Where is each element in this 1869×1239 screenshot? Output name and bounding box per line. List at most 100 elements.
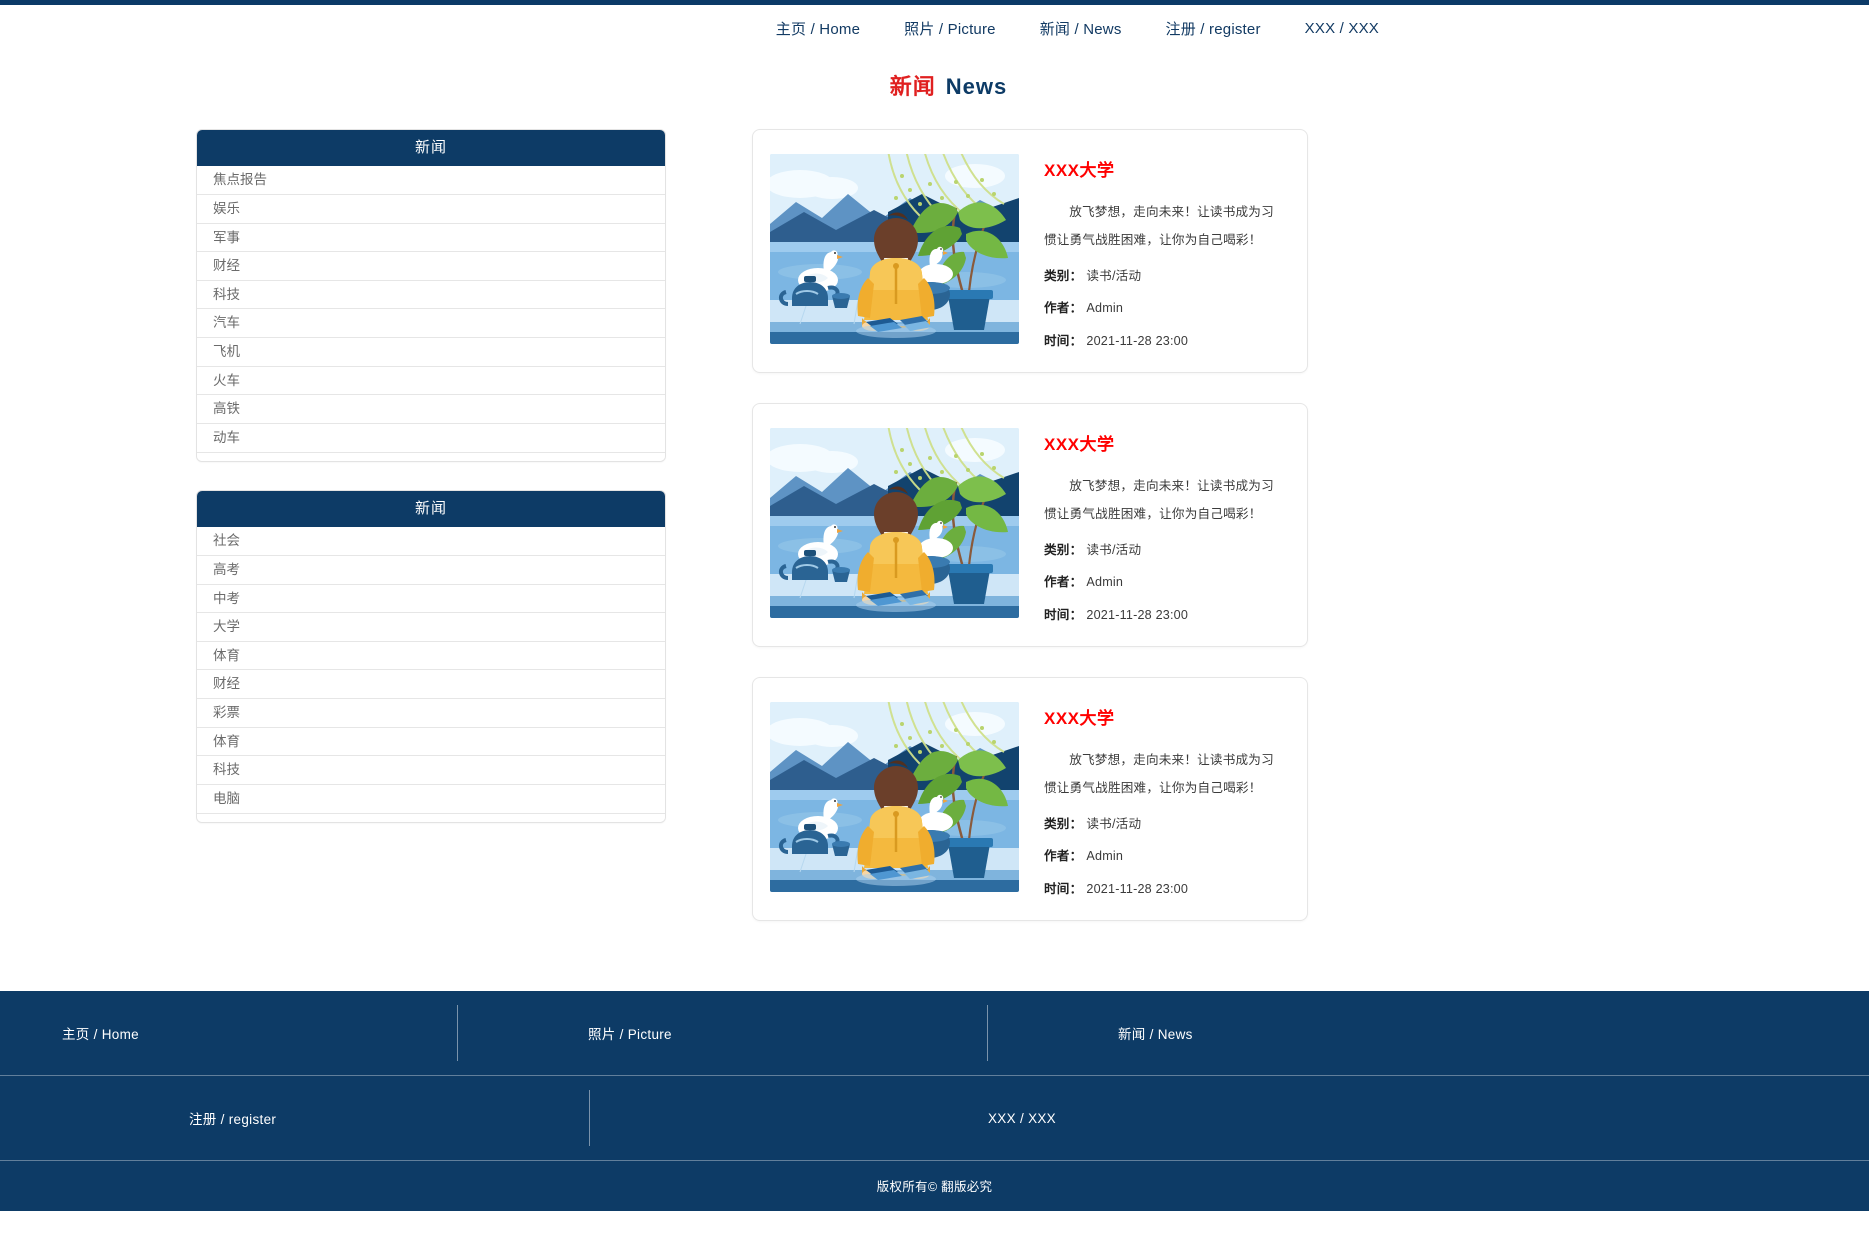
news-card-body: XXX大学放飞梦想，走向未来！让读书成为习惯让勇气战胜困难，让你为自己喝彩！ 类别… xyxy=(1019,154,1285,350)
page-title-wrapper: 新闻 News xyxy=(28,52,1869,129)
news-card-time: 时间： 2021-11-28 23:00 xyxy=(1044,607,1285,625)
news-card-category-label: 类别： xyxy=(1044,268,1083,283)
news-card-author-label: 作者： xyxy=(1044,575,1083,590)
news-card-time-value: 2021-11-28 23:00 xyxy=(1086,333,1189,348)
main-layout: 新闻 焦点报告 娱乐 军事 财经 科技 汽车 飞机 火车 高铁 动车 新闻 社会 高考 中考 大学 体育 财经 彩票… xyxy=(0,129,1869,991)
sidebar-item[interactable]: 高考 xyxy=(197,556,665,585)
news-card[interactable]: XXX大学放飞梦想，走向未来！让读书成为习惯让勇气战胜困难，让你为自己喝彩！ 类别… xyxy=(752,129,1308,374)
news-card-time-value: 2021-11-28 23:00 xyxy=(1086,881,1189,896)
sidebar-item[interactable]: 汽车 xyxy=(197,309,665,339)
news-card-description: 放飞梦想，走向未来！让读书成为习惯让勇气战胜困难，让你为自己喝彩！ xyxy=(1044,753,1274,795)
footer-news[interactable]: 新闻 / News xyxy=(988,991,1869,1075)
site-footer: 主页 / Home 照片 / Picture 新闻 / News 注册 / regi… xyxy=(0,991,1869,1212)
news-card-author: 作者： Admin xyxy=(1044,300,1285,318)
sidebar-item[interactable]: 彩票 xyxy=(197,698,665,728)
news-illustration-svg xyxy=(770,702,1019,893)
nav-news[interactable]: 新闻 / News xyxy=(1018,18,1144,39)
news-card-category-value: 读书/活动 xyxy=(1086,268,1142,283)
news-card-author: 作者： Admin xyxy=(1044,848,1285,866)
news-card-category: 类别： 读书/活动 xyxy=(1044,542,1285,560)
news-card-category-label: 类别： xyxy=(1044,816,1083,831)
news-thumbnail-image[interactable] xyxy=(770,154,1019,345)
footer-picture[interactable]: 照片 / Picture xyxy=(458,991,988,1075)
news-card-category-value: 读书/活动 xyxy=(1086,816,1142,831)
nav-home[interactable]: 主页 / Home xyxy=(754,18,882,39)
sidebar-item[interactable]: 体育 xyxy=(197,727,665,757)
footer-news-label: 新闻 / News xyxy=(1118,1027,1193,1043)
news-card-description: 放飞梦想，走向未来！让读书成为习惯让勇气战胜困难，让你为自己喝彩！ xyxy=(1044,205,1274,247)
sidebar-item[interactable]: 飞机 xyxy=(197,338,665,367)
news-card-author-value: Admin xyxy=(1086,575,1124,590)
footer-picture-label: 照片 / Picture xyxy=(588,1027,672,1043)
nav-xxx[interactable]: XXX / XXX xyxy=(1283,20,1379,37)
sidebar-item[interactable]: 中考 xyxy=(197,584,665,614)
sidebar-panel-list: 焦点报告 娱乐 军事 财经 科技 汽车 飞机 火车 高铁 动车 xyxy=(197,166,665,453)
sidebar-panel-heading: 新闻 xyxy=(197,491,665,528)
nav-register[interactable]: 注册 / register xyxy=(1144,18,1283,39)
footer-xxx[interactable]: XXX / XXX xyxy=(590,1076,1869,1160)
sidebar-item[interactable]: 财经 xyxy=(197,670,665,699)
sidebar-panel-footer xyxy=(197,452,665,462)
news-thumbnail-image[interactable] xyxy=(770,428,1019,619)
footer-row-primary: 主页 / Home 照片 / Picture 新闻 / News xyxy=(0,991,1869,1075)
news-card-body: XXX大学放飞梦想，走向未来！让读书成为习惯让勇气战胜困难，让你为自己喝彩！ 类别… xyxy=(1019,428,1285,624)
sidebar-item[interactable]: 社会 xyxy=(197,527,665,556)
sidebar-panel-1: 新闻 焦点报告 娱乐 军事 财经 科技 汽车 飞机 火车 高铁 动车 xyxy=(196,129,666,463)
footer-home-label: 主页 / Home xyxy=(62,1027,139,1043)
top-navigation: 主页 / Home 照片 / Picture 新闻 / News 注册 / regis… xyxy=(0,5,1869,52)
sidebar-item[interactable]: 娱乐 xyxy=(197,195,665,224)
sidebar-item[interactable]: 大学 xyxy=(197,613,665,642)
news-card-time: 时间： 2021-11-28 23:00 xyxy=(1044,333,1285,351)
news-card-body: XXX大学放飞梦想，走向未来！让读书成为习惯让勇气战胜困难，让你为自己喝彩！ 类别… xyxy=(1019,702,1285,898)
news-card-time: 时间： 2021-11-28 23:00 xyxy=(1044,881,1285,899)
sidebar-item[interactable]: 电脑 xyxy=(197,784,665,814)
sidebar-item[interactable]: 动车 xyxy=(197,423,665,453)
sidebar: 新闻 焦点报告 娱乐 军事 财经 科技 汽车 飞机 火车 高铁 动车 新闻 社会 高考 中考 大学 体育 财经 彩票… xyxy=(196,129,666,851)
footer-home[interactable]: 主页 / Home xyxy=(0,991,458,1075)
news-card-time-label: 时间： xyxy=(1044,333,1083,348)
news-card-author-label: 作者： xyxy=(1044,849,1083,864)
news-thumbnail-image[interactable] xyxy=(770,702,1019,893)
news-illustration-svg xyxy=(770,154,1019,345)
news-card-time-value: 2021-11-28 23:00 xyxy=(1086,607,1189,622)
footer-register-label: 注册 / register xyxy=(189,1112,277,1128)
news-card-category: 类别： 读书/活动 xyxy=(1044,268,1285,286)
page-title-en: News xyxy=(945,73,1008,99)
news-card[interactable]: XXX大学放飞梦想，走向未来！让读书成为习惯让勇气战胜困难，让你为自己喝彩！ 类别… xyxy=(752,677,1308,922)
sidebar-item[interactable]: 体育 xyxy=(197,641,665,671)
sidebar-panel-list: 社会 高考 中考 大学 体育 财经 彩票 体育 科技 电脑 xyxy=(197,527,665,814)
news-card-title[interactable]: XXX大学 xyxy=(1044,156,1285,181)
nav-picture[interactable]: 照片 / Picture xyxy=(882,18,1018,39)
news-card-time-label: 时间： xyxy=(1044,881,1083,896)
news-card-time-label: 时间： xyxy=(1044,607,1083,622)
news-list: XXX大学 放飞梦想，走向未来！让读书成为习惯让勇气战胜困难，让你为自己喝彩！ 类别… xyxy=(752,129,1308,951)
footer-row-secondary: 注册 / register XXX / XXX xyxy=(0,1076,1869,1160)
sidebar-item[interactable]: 火车 xyxy=(197,366,665,396)
sidebar-panel-2: 新闻 社会 高考 中考 大学 体育 财经 彩票 体育 科技 电脑 xyxy=(196,490,666,824)
news-card-author: 作者： Admin xyxy=(1044,574,1285,592)
news-illustration-svg xyxy=(770,428,1019,619)
sidebar-item[interactable]: 高铁 xyxy=(197,395,665,424)
sidebar-item[interactable]: 焦点报告 xyxy=(197,166,665,196)
sidebar-panel-footer xyxy=(197,813,665,823)
news-card-category-label: 类别： xyxy=(1044,542,1083,557)
news-card-title[interactable]: XXX大学 xyxy=(1044,430,1285,455)
sidebar-item[interactable]: 科技 xyxy=(197,280,665,310)
footer-xxx-label: XXX / XXX xyxy=(988,1110,1056,1126)
news-card-author-value: Admin xyxy=(1086,301,1124,316)
news-card-title[interactable]: XXX大学 xyxy=(1044,704,1285,729)
footer-register[interactable]: 注册 / register xyxy=(0,1076,590,1160)
news-card-description: 放飞梦想，走向未来！让读书成为习惯让勇气战胜困难，让你为自己喝彩！ xyxy=(1044,479,1274,521)
sidebar-item[interactable]: 科技 xyxy=(197,756,665,785)
news-card[interactable]: XXX大学放飞梦想，走向未来！让读书成为习惯让勇气战胜困难，让你为自己喝彩！ 类别… xyxy=(752,403,1308,648)
news-card-author-value: Admin xyxy=(1086,849,1124,864)
sidebar-panel-heading: 新闻 xyxy=(197,130,665,167)
top-navigation-list: 主页 / Home 照片 / Picture 新闻 / News 注册 / regis… xyxy=(754,18,1379,39)
page-title-cn: 新闻 xyxy=(889,73,936,99)
sidebar-item[interactable]: 财经 xyxy=(197,252,665,281)
news-card-category-value: 读书/活动 xyxy=(1086,542,1142,557)
news-card-category: 类别： 读书/活动 xyxy=(1044,816,1285,834)
copyright-text: 版权所有© 翻版必究 xyxy=(876,1180,993,1195)
page-title: 新闻 News xyxy=(890,69,1008,101)
sidebar-item[interactable]: 军事 xyxy=(197,223,665,253)
